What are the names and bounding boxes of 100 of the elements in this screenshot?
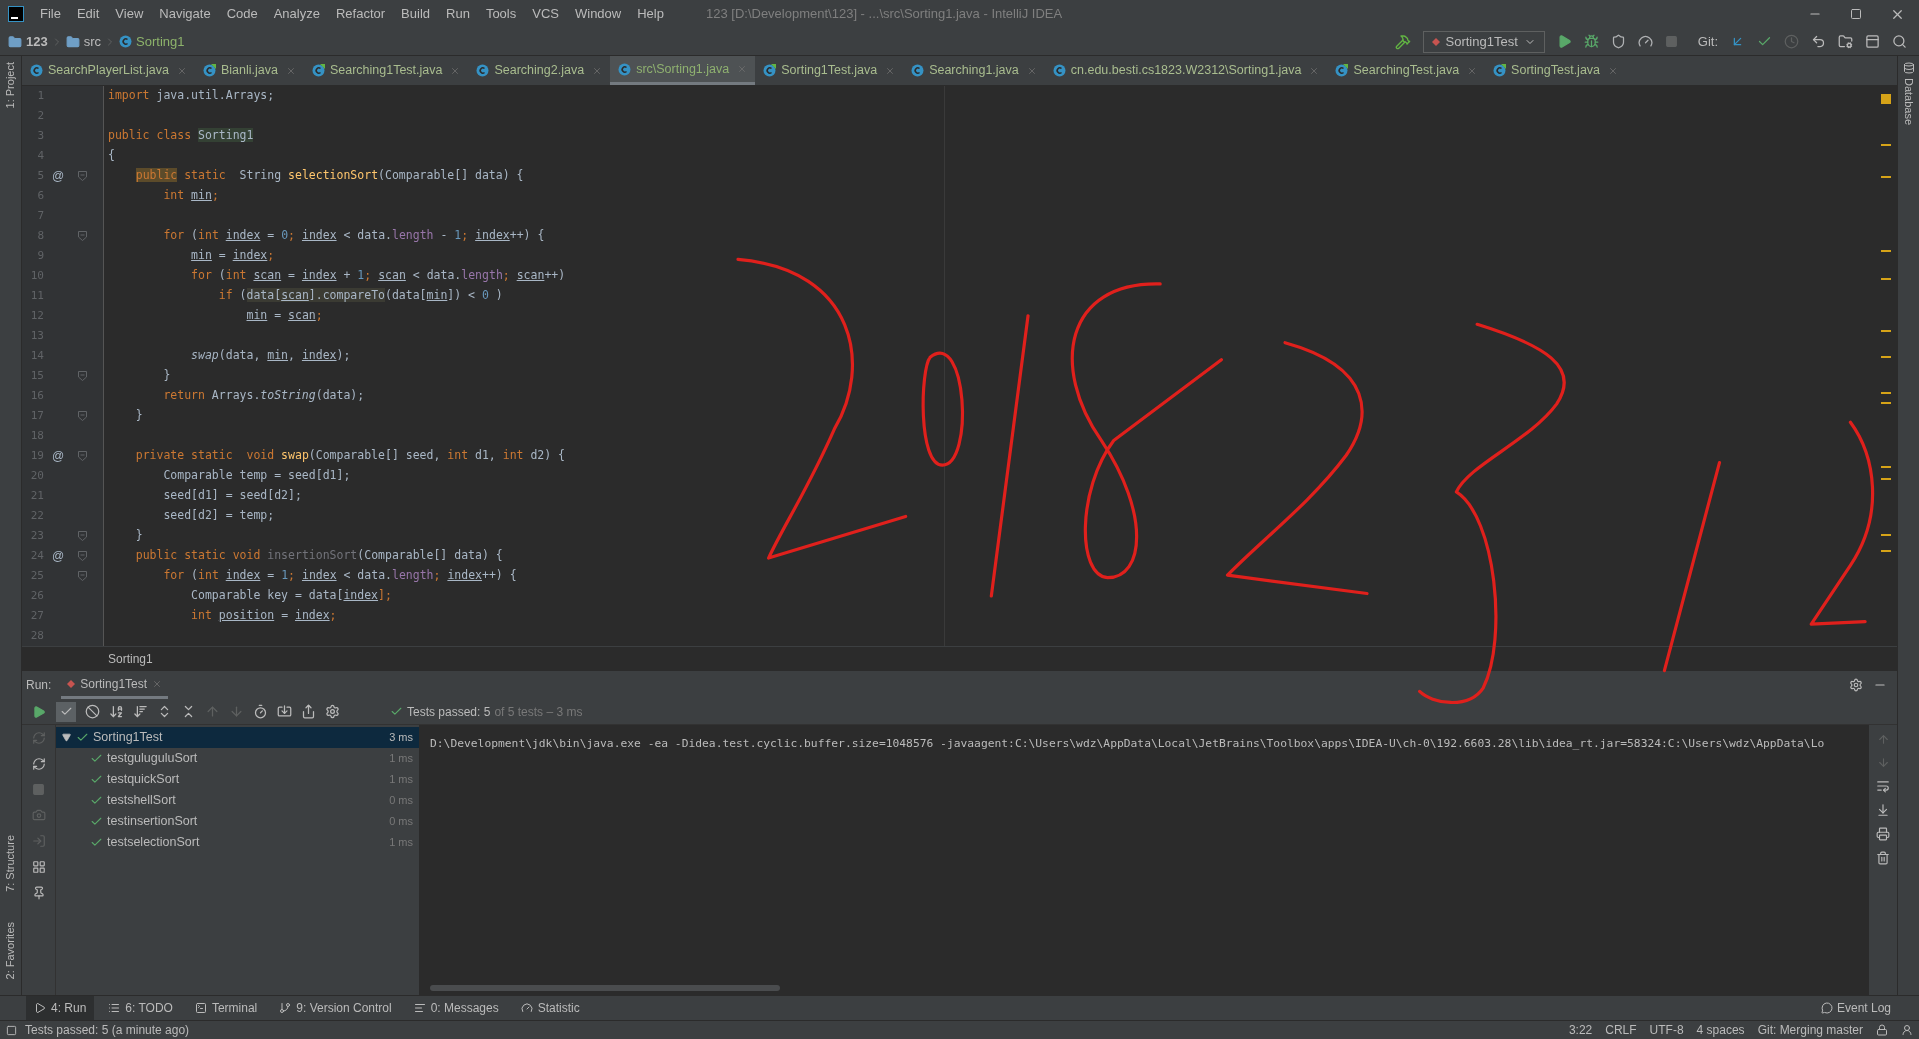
expand-arrow-icon[interactable] xyxy=(62,733,71,742)
code-line: seed[d1] = seed[d2]; xyxy=(162,487,302,505)
fold-icon[interactable] xyxy=(77,451,87,461)
tool-window-button[interactable]: 2: Favorites xyxy=(2,921,19,979)
run-config-dropdown[interactable]: Sorting1Test xyxy=(1422,30,1545,53)
menu-item[interactable]: Analyze xyxy=(273,4,320,24)
lock-icon[interactable] xyxy=(1876,1024,1888,1036)
fold-icon[interactable] xyxy=(77,531,87,541)
editor-tab[interactable]: Sorting1Test.java xyxy=(755,56,904,85)
menu-item[interactable]: Code xyxy=(226,4,258,24)
show-passed-toggle[interactable] xyxy=(56,701,76,722)
override-marker[interactable]: @ xyxy=(51,167,65,185)
settings-icon[interactable] xyxy=(325,704,340,719)
import-icon[interactable] xyxy=(277,704,292,719)
rerun-icon[interactable] xyxy=(32,704,46,719)
editor-tab[interactable]: SortingTest.java xyxy=(1485,56,1627,85)
code-line: import java.util.Arrays; xyxy=(108,87,275,105)
soft-wrap-icon[interactable] xyxy=(1876,779,1890,793)
menu-item[interactable]: Refactor xyxy=(335,4,386,24)
bug-icon[interactable] xyxy=(1583,34,1599,49)
pin-icon[interactable] xyxy=(31,886,46,900)
code-line: Comparable key = data[index]; xyxy=(190,587,392,605)
test-tree-item[interactable]: testquickSort 1 ms xyxy=(56,769,419,790)
tool-window-button[interactable]: Terminal xyxy=(186,996,266,1020)
menu-item[interactable]: View xyxy=(115,4,144,24)
class-icon xyxy=(618,62,632,76)
show-ignored-icon[interactable] xyxy=(85,704,100,719)
check-icon xyxy=(90,815,103,828)
tool-window-button[interactable]: Statistic xyxy=(512,996,588,1020)
menu-item[interactable]: File xyxy=(40,4,61,24)
editor-breadcrumb[interactable]: Sorting1 xyxy=(108,649,153,668)
layout-icon[interactable] xyxy=(31,860,46,874)
status-item[interactable]: 4 spaces xyxy=(1696,1021,1745,1039)
search-icon[interactable] xyxy=(1892,34,1907,49)
editor-tab[interactable]: src\Sorting1.java xyxy=(610,56,756,85)
build-icon[interactable] xyxy=(1394,33,1411,50)
git-label: Git: xyxy=(1697,32,1718,51)
fold-icon[interactable] xyxy=(77,231,87,241)
database-icon[interactable] xyxy=(1902,62,1915,74)
run-tab[interactable]: Sorting1Test xyxy=(61,671,169,699)
settings-icon[interactable] xyxy=(1849,678,1863,692)
run-icon[interactable] xyxy=(1556,34,1572,49)
editor-tab[interactable]: Searching1.java xyxy=(903,56,1045,85)
tool-window-button[interactable]: Database xyxy=(1900,78,1917,126)
sort-alpha-icon[interactable] xyxy=(109,704,124,719)
status-item[interactable]: Git: Merging master xyxy=(1757,1021,1863,1039)
editor-tab[interactable]: Bianli.java xyxy=(194,56,304,85)
test-tree-item[interactable]: testguluguluSort 1 ms xyxy=(56,748,419,769)
override-marker[interactable]: @ xyxy=(51,547,65,565)
fold-icon[interactable] xyxy=(77,171,87,181)
revert-icon[interactable] xyxy=(1811,34,1826,49)
tool-window-button[interactable]: 6: TODO xyxy=(100,996,181,1020)
editor-tab[interactable]: Searching2.java xyxy=(468,56,611,85)
tool-window-button[interactable]: 7: Structure xyxy=(2,834,19,892)
export-icon[interactable] xyxy=(301,704,316,719)
menu-item[interactable]: Navigate xyxy=(159,4,211,24)
editor-tab[interactable]: Searching1Test.java xyxy=(303,56,469,85)
status-item[interactable]: 3:22 xyxy=(1568,1021,1593,1039)
fold-icon[interactable] xyxy=(77,411,87,421)
status-item[interactable]: UTF-8 xyxy=(1649,1021,1684,1039)
fold-icon[interactable] xyxy=(77,571,87,581)
breadcrumb-item[interactable]: src xyxy=(65,31,102,52)
toggle-auto-test-icon[interactable] xyxy=(31,757,46,771)
tool-window-button[interactable]: 0: Messages xyxy=(405,996,507,1020)
breadcrumb-item[interactable]: 123 xyxy=(8,31,48,52)
fold-icon[interactable] xyxy=(77,371,87,381)
test-tree-item[interactable]: Sorting1Test 3 ms xyxy=(56,727,419,748)
tool-window-button[interactable]: 9: Version Control xyxy=(271,996,400,1020)
editor-tab[interactable]: cn.edu.besti.cs1823.W2312\Sorting1.java xyxy=(1044,56,1328,85)
editor-tab[interactable]: SearchPlayerList.java xyxy=(22,56,195,85)
menu-item[interactable]: VCS xyxy=(532,4,559,24)
editor-tab[interactable]: SearchingTest.java xyxy=(1327,56,1486,85)
tool-window-button[interactable]: 4: Run xyxy=(26,996,95,1020)
fold-icon[interactable] xyxy=(77,551,87,561)
menu-item[interactable]: Edit xyxy=(76,4,100,24)
clear-icon[interactable] xyxy=(1876,851,1890,865)
history-icon[interactable] xyxy=(253,704,268,719)
project-structure-icon[interactable] xyxy=(1838,34,1853,49)
status-item[interactable]: CRLF xyxy=(1605,1021,1637,1039)
menu-item[interactable]: Help xyxy=(637,4,664,24)
breadcrumb-item[interactable]: Sorting1 xyxy=(119,31,185,52)
panel-toggle-icon[interactable] xyxy=(6,1024,17,1036)
menu-item[interactable]: Run xyxy=(446,4,470,24)
menu-item[interactable]: Build xyxy=(401,4,430,24)
inspector-icon[interactable] xyxy=(1901,1024,1913,1036)
run-config-icon xyxy=(67,679,76,688)
profile-icon[interactable] xyxy=(1637,34,1653,49)
coverage-icon[interactable] xyxy=(1610,34,1626,49)
restore-icon[interactable] xyxy=(1850,8,1862,20)
horizontal-scrollbar[interactable] xyxy=(430,985,780,991)
scroll-to-end-icon[interactable] xyxy=(1876,803,1890,817)
layout-icon[interactable] xyxy=(1865,34,1880,49)
test-tree-item[interactable]: testselectionSort 1 ms xyxy=(56,832,419,853)
event-log-button[interactable]: Event Log xyxy=(1820,999,1891,1017)
override-marker[interactable]: @ xyxy=(51,447,65,465)
menu-item[interactable]: Tools xyxy=(485,4,517,24)
sort-duration-icon[interactable] xyxy=(133,704,148,719)
menu-item[interactable]: Window xyxy=(574,4,622,24)
print-icon[interactable] xyxy=(1876,827,1890,841)
tool-window-button[interactable]: 1: Project xyxy=(2,62,19,109)
